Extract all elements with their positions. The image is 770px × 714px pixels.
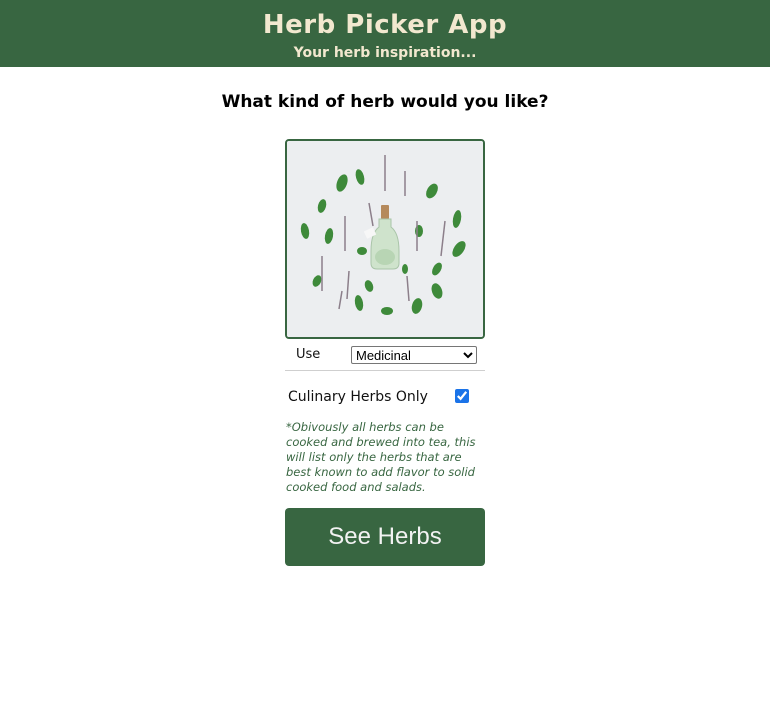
app-header: Herb Picker App Your herb inspiration... bbox=[0, 0, 770, 67]
see-herbs-button[interactable]: See Herbs bbox=[285, 508, 485, 566]
culinary-only-checkbox[interactable] bbox=[455, 389, 469, 403]
herb-photo bbox=[285, 139, 485, 339]
divider bbox=[285, 370, 485, 371]
page-question: What kind of herb would you like? bbox=[221, 92, 549, 112]
app-title: Herb Picker App bbox=[262, 10, 508, 40]
app-subtitle: Your herb inspiration... bbox=[293, 45, 477, 61]
herb-photo-graphic bbox=[287, 141, 483, 337]
culinary-only-label: Culinary Herbs Only bbox=[288, 389, 428, 405]
use-label: Use bbox=[296, 347, 321, 362]
culinary-note: *Obivously all herbs can be cooked and b… bbox=[286, 420, 476, 494]
use-select[interactable]: Medicinal bbox=[351, 346, 477, 364]
use-row: Use Medicinal bbox=[285, 344, 485, 370]
